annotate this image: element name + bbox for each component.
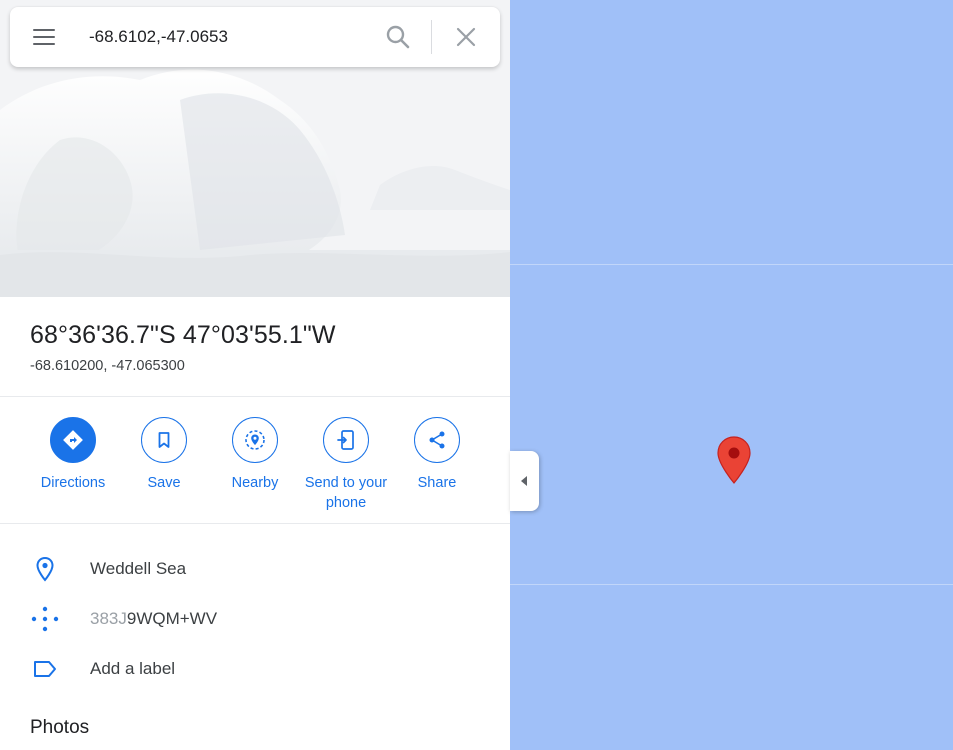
map-gridline [510, 584, 953, 585]
share-button[interactable]: Share [392, 417, 482, 493]
send-to-phone-label: Send to your phone [304, 475, 388, 511]
action-buttons: Directions Save Nearby Send to your phon… [0, 397, 510, 524]
caret-left-icon [521, 476, 527, 486]
search-divider [431, 20, 432, 54]
collapse-panel-button[interactable] [510, 451, 539, 511]
plus-code-row[interactable]: 383J9WQM+WV [0, 593, 510, 643]
label-tag-icon [34, 661, 56, 677]
map-gridline [510, 264, 953, 265]
place-side-panel: 68°36'36.7"S 47°03'55.1"W -68.610200, -4… [0, 0, 510, 750]
send-to-phone-icon [337, 430, 354, 450]
plus-code: 383J9WQM+WV [90, 609, 217, 629]
directions-button[interactable]: Directions [28, 417, 118, 493]
map-canvas[interactable] [510, 0, 953, 750]
place-header: 68°36'36.7"S 47°03'55.1"W -68.610200, -4… [0, 297, 510, 397]
save-label: Save [147, 475, 181, 491]
location-pin-icon[interactable] [717, 436, 751, 484]
page-title: 68°36'36.7"S 47°03'55.1"W [30, 321, 336, 349]
directions-icon [63, 430, 83, 450]
send-to-phone-button[interactable]: Send to your phone [301, 417, 391, 513]
search-icon[interactable] [384, 23, 412, 51]
nearby-label: Nearby [231, 475, 279, 491]
share-icon [429, 431, 445, 449]
photos-heading: Photos [30, 717, 90, 738]
plus-code-icon [31, 606, 59, 632]
hamburger-menu-icon[interactable] [30, 25, 60, 49]
add-label-row[interactable]: Add a label [0, 643, 510, 693]
plus-code-prefix: 383J [90, 609, 127, 628]
decimal-coordinates: -68.610200, -47.065300 [30, 358, 185, 374]
location-name: Weddell Sea [90, 559, 187, 578]
add-label-text: Add a label [90, 659, 176, 678]
nearby-button[interactable]: Nearby [210, 417, 300, 493]
search-box [10, 7, 500, 67]
location-pin-outline-icon [36, 556, 54, 582]
directions-label: Directions [40, 475, 106, 491]
save-button[interactable]: Save [119, 417, 209, 493]
search-input[interactable] [89, 21, 369, 53]
plus-code-main: 9WQM+WV [126, 609, 218, 628]
location-row[interactable]: Weddell Sea [0, 543, 510, 593]
bookmark-icon [158, 432, 170, 448]
nearby-icon [245, 430, 265, 450]
close-icon[interactable] [452, 23, 480, 51]
share-label: Share [417, 475, 457, 491]
